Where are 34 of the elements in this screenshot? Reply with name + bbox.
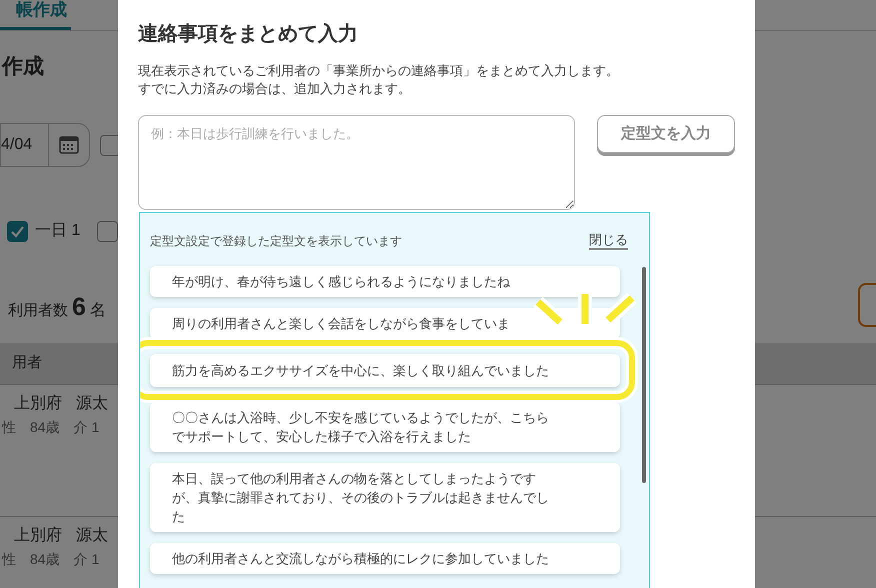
user-age: 84歳 — [30, 418, 60, 437]
text-area[interactable]: 例：本日は歩行訓練を行いました。 — [138, 115, 575, 210]
description-text: すでに入力済みの場合は、追加入力されます。 — [138, 80, 411, 98]
template-item[interactable]: 筋力を高めるエクササイズを中心に、楽しく取り組んでいました — [150, 354, 620, 387]
care-level: 介 1 — [74, 550, 100, 569]
description-text: 現在表示されているご利用者の「事業所からの連絡事項」をまとめて入力します。 — [138, 62, 619, 80]
calendar-icon — [59, 136, 80, 154]
scrollbar[interactable] — [642, 267, 646, 483]
checkbox[interactable] — [7, 220, 28, 242]
count-label: 利用者数 — [8, 301, 68, 321]
user-gender: 性 — [2, 418, 16, 437]
checkbox[interactable] — [97, 220, 118, 242]
user-count: 6 — [72, 294, 86, 320]
user-name: 上別府 — [14, 394, 62, 414]
count-unit: 名 — [90, 301, 106, 321]
user-gender: 性 — [2, 550, 16, 569]
dialog-title: 連絡事項をまとめて入力 — [138, 22, 358, 47]
close-link[interactable]: 閉じる — [589, 231, 628, 250]
template-item[interactable]: 本日、誤って他の利用者さんの物を落としてしまったようですが、真摯に謝罪されており、その後のトラブルは起きませんでした — [150, 463, 620, 532]
page-heading: 作成 — [2, 54, 44, 80]
user-name: 源太 — [76, 394, 108, 414]
filter-label: 一日 1 — [35, 221, 80, 241]
template-item[interactable]: 年が明け、春が待ち遠しく感じられるようになりましたね — [150, 266, 620, 297]
panel-caption: 定型文設定で登録した定型文を表示しています — [150, 232, 402, 250]
date-field[interactable]: 4/04 — [0, 123, 90, 167]
column-header: 用者 — [12, 353, 42, 374]
user-name: 上別府 — [14, 526, 62, 546]
template-item[interactable]: 他の利用者さんと交流しながら積極的にレクに参加していました — [150, 543, 620, 574]
care-level: 介 1 — [74, 418, 100, 437]
user-age: 84歳 — [30, 550, 60, 569]
user-name: 源太 — [76, 526, 108, 546]
template-item[interactable]: 〇〇さんは入浴時、少し不安を感じているようでしたが、こちらでサポートして、安心した様子で入浴を行えました — [150, 402, 620, 452]
template-button[interactable]: 定型文を入力 — [597, 115, 735, 153]
check-icon — [10, 224, 25, 238]
